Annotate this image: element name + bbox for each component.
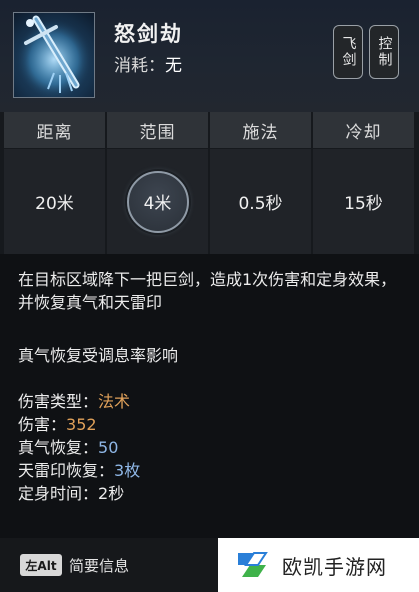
- prop-damage-type: 伤害类型：法术: [18, 388, 130, 412]
- cost-label: 消耗：: [114, 56, 165, 76]
- prop-value: 2秒: [98, 484, 125, 503]
- alt-key-hint[interactable]: 左Alt: [20, 554, 62, 576]
- stat-distance-value: 20米: [4, 149, 105, 254]
- stat-cooldown-header: 冷却: [313, 112, 414, 148]
- stat-distance: 距离 20米: [4, 112, 105, 254]
- cost-value: 无: [165, 56, 182, 76]
- prop-label: 真气恢复：: [18, 438, 99, 457]
- skill-cost: 消耗：无: [114, 51, 182, 76]
- stat-range-header: 范围: [107, 112, 208, 148]
- prop-root-duration: 定身时间：2秒: [18, 480, 124, 504]
- stat-cast: 施法 0.5秒: [210, 112, 311, 254]
- skill-header: 怒剑劫 消耗：无 飞剑 控制: [0, 0, 419, 112]
- prop-label: 伤害：: [18, 415, 67, 434]
- skill-sword-icon: [13, 12, 95, 98]
- tag-flying-sword: 飞剑: [333, 25, 363, 79]
- prop-label: 伤害类型：: [18, 392, 99, 411]
- stat-range-value: 4米: [143, 194, 172, 214]
- description-note: 真气恢复受调息率影响: [18, 346, 179, 365]
- tag-fly-label: 飞剑: [340, 36, 357, 68]
- skill-description: 在目标区域降下一把巨剑，造成1次伤害和定身效果，并恢复真气和天雷印 真气恢复受调…: [0, 254, 419, 538]
- tag-control: 控制: [369, 25, 399, 79]
- skill-name: 怒剑劫: [114, 22, 183, 46]
- prop-value: 50: [98, 438, 119, 457]
- prop-label: 天雷印恢复：: [18, 461, 115, 480]
- stat-distance-header: 距离: [4, 112, 105, 148]
- tag-control-label: 控制: [376, 36, 393, 68]
- prop-value: 352: [66, 415, 97, 434]
- skill-stats-table: 距离 20米 范围 4米 施法 0.5秒 冷却 15秒: [0, 112, 419, 254]
- watermark-logo-icon: [238, 552, 268, 577]
- prop-value: 法术: [98, 392, 131, 411]
- prop-seal-recovery: 天雷印恢复：3枚: [18, 457, 140, 481]
- watermark: 欧凯手游网: [218, 538, 419, 592]
- stat-range: 范围 4米: [107, 112, 208, 254]
- stat-cooldown-value: 15秒: [313, 149, 414, 254]
- prop-label: 定身时间：: [18, 484, 99, 503]
- description-main: 在目标区域降下一把巨剑，造成1次伤害和定身效果，并恢复真气和天雷印: [18, 270, 397, 312]
- stat-cast-header: 施法: [210, 112, 311, 148]
- stat-cast-value: 0.5秒: [210, 149, 311, 254]
- prop-damage: 伤害：352: [18, 411, 97, 435]
- prop-value: 3枚: [114, 461, 141, 480]
- watermark-text: 欧凯手游网: [282, 554, 387, 579]
- stat-range-highlight: 4米: [126, 170, 189, 233]
- prop-qi-recovery: 真气恢复：50: [18, 434, 118, 458]
- stat-cooldown: 冷却 15秒: [313, 112, 414, 254]
- stat-range-cell: 4米: [107, 149, 208, 254]
- brief-info-label: 简要信息: [69, 557, 130, 575]
